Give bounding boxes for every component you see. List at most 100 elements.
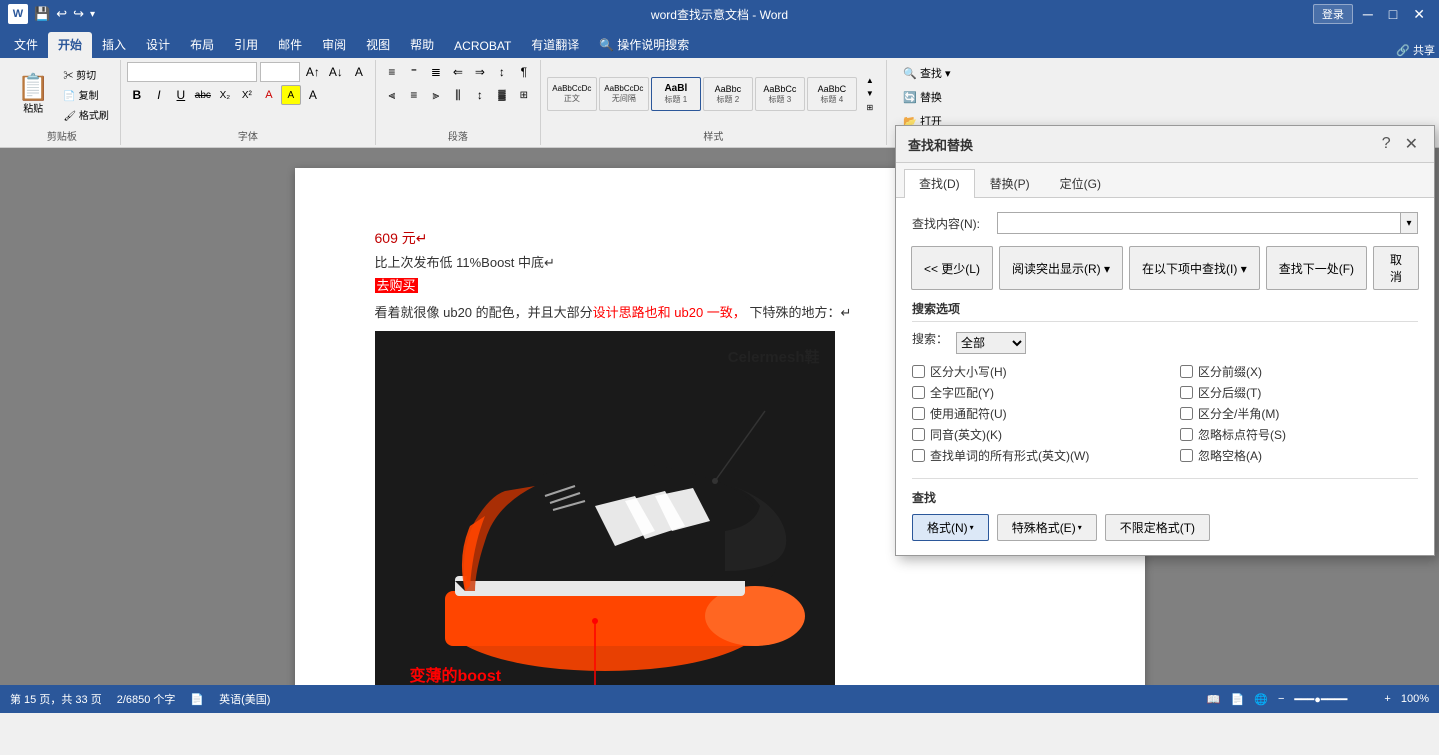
bold-button[interactable]: B [127, 85, 147, 105]
font-size-select[interactable] [260, 62, 300, 82]
view-mode-web[interactable]: 🌐 [1254, 693, 1268, 706]
dialog-close-button[interactable]: ✕ [1401, 134, 1422, 154]
decrease-indent-button[interactable]: ⇐ [448, 62, 468, 82]
styles-more[interactable]: ⊞ [860, 101, 880, 114]
style-normal-button[interactable]: AaBbCcDc正文 [547, 77, 597, 111]
tab-layout[interactable]: 布局 [180, 32, 224, 58]
strikethrough-button[interactable]: abc [193, 85, 213, 105]
search-input[interactable] [997, 212, 1400, 234]
style-h1-button[interactable]: AaBl标题 1 [651, 77, 701, 111]
justify-button[interactable]: ⫼ [448, 85, 468, 105]
allforms-checkbox[interactable] [912, 449, 925, 462]
minimize-button[interactable]: ─ [1357, 4, 1379, 24]
numbering-button[interactable]: ⁼ [404, 62, 424, 82]
copy-button[interactable]: 📄 复制 [58, 85, 113, 104]
style-no-spacing-button[interactable]: AaBbCcDc无间隔 [599, 77, 649, 111]
shading-button[interactable]: ▓ [492, 85, 512, 105]
show-marks-button[interactable]: ¶ [514, 62, 534, 82]
quick-access-undo[interactable]: ↩ [56, 6, 67, 22]
find-button[interactable]: 🔍 查找 ▾ [897, 62, 956, 84]
format-button[interactable]: 格式(N) ▾ [912, 514, 989, 541]
view-mode-print[interactable]: 📄 [1231, 693, 1245, 706]
find-next-button[interactable]: 查找下一处(F) [1266, 246, 1367, 290]
wildcard-checkbox[interactable] [912, 407, 925, 420]
action-buttons-row: << 更少(L) 阅读突出显示(R) ▾ 在以下项中查找(I) ▾ 查找下一处(… [912, 246, 1418, 290]
styles-scroll-up[interactable]: ▲ [860, 74, 880, 87]
zoom-in-button[interactable]: + [1384, 693, 1390, 705]
dialog-help-button[interactable]: ? [1378, 134, 1395, 154]
increase-indent-button[interactable]: ⇒ [470, 62, 490, 82]
dialog-tab-replace[interactable]: 替换(P) [975, 169, 1045, 197]
search-scope-select[interactable]: 全部 向上 向下 [956, 332, 1026, 354]
find-in-button[interactable]: 在以下项中查找(I) ▾ [1129, 246, 1260, 290]
paste-button[interactable]: 📋 粘贴 [10, 69, 56, 120]
line-spacing-button[interactable]: ↕ [470, 85, 490, 105]
font-size-decrease-button[interactable]: A↓ [326, 62, 346, 82]
zoom-out-button[interactable]: − [1278, 693, 1284, 705]
punct-checkbox[interactable] [1180, 428, 1193, 441]
subscript-button[interactable]: X₂ [215, 85, 235, 105]
font-color-button[interactable]: A [259, 85, 279, 105]
format-painter-button[interactable]: 🖌 格式刷 [58, 105, 113, 124]
view-mode-read[interactable]: 📖 [1207, 693, 1221, 706]
superscript-button[interactable]: X² [237, 85, 257, 105]
homophone-checkbox[interactable] [912, 428, 925, 441]
dialog-tab-find[interactable]: 查找(D) [904, 169, 975, 198]
space-checkbox[interactable] [1180, 449, 1193, 462]
style-h4-button[interactable]: AaBbC标题 4 [807, 77, 857, 111]
dialog-tab-goto[interactable]: 定位(G) [1045, 169, 1116, 197]
search-dropdown-button[interactable]: ▾ [1400, 212, 1418, 234]
tab-operations[interactable]: 🔍操作说明搜索 [589, 32, 699, 58]
align-left-button[interactable]: ⫷ [382, 85, 402, 105]
styles-scroll-down[interactable]: ▼ [860, 87, 880, 100]
special-format-button[interactable]: 特殊格式(E) ▾ [997, 514, 1097, 541]
clear-format-button[interactable]: A [349, 62, 369, 82]
style-h3-button[interactable]: AaBbCc标题 3 [755, 77, 805, 111]
text-effect-button[interactable]: A [303, 85, 323, 105]
quick-access-redo[interactable]: ↪ [73, 6, 84, 22]
close-button[interactable]: ✕ [1407, 4, 1431, 25]
underline-button[interactable]: U [171, 85, 191, 105]
reading-highlight-button[interactable]: 阅读突出显示(R) ▾ [999, 246, 1123, 290]
tab-youdao[interactable]: 有道翻译 [521, 32, 589, 58]
tab-view[interactable]: 视图 [356, 32, 400, 58]
multilevel-button[interactable]: ≣ [426, 62, 446, 82]
less-button[interactable]: << 更少(L) [911, 246, 993, 290]
border-button[interactable]: ⊞ [514, 85, 534, 105]
tab-insert[interactable]: 插入 [92, 32, 136, 58]
align-right-button[interactable]: ⫸ [426, 85, 446, 105]
fullwidth-checkbox[interactable] [1180, 407, 1193, 420]
align-center-button[interactable]: ≡ [404, 85, 424, 105]
font-size-increase-button[interactable]: A↑ [303, 62, 323, 82]
login-button[interactable]: 登录 [1313, 4, 1353, 24]
purchase-link[interactable]: 去购买 [375, 278, 418, 293]
tab-references[interactable]: 引用 [224, 32, 268, 58]
quick-access-save[interactable]: 💾 [34, 6, 50, 22]
font-family-select[interactable] [127, 62, 257, 82]
cancel-button[interactable]: 取消 [1373, 246, 1419, 290]
tab-mailing[interactable]: 邮件 [268, 32, 312, 58]
prefix-checkbox[interactable] [1180, 365, 1193, 378]
tab-acrobat[interactable]: ACROBAT [444, 35, 521, 58]
highlight-button[interactable]: A [281, 85, 301, 105]
quick-access-customize[interactable]: ▾ [90, 9, 95, 20]
cut-button[interactable]: ✂ 剪切 [58, 65, 113, 84]
style-h2-button[interactable]: AaBbc标题 2 [703, 77, 753, 111]
tab-design[interactable]: 设计 [136, 32, 180, 58]
tab-help[interactable]: 帮助 [400, 32, 444, 58]
dialog-title-bar: 查找和替换 ? ✕ [896, 126, 1434, 163]
replace-button[interactable]: 🔄 替换 [897, 86, 948, 108]
tab-review[interactable]: 审阅 [312, 32, 356, 58]
whole-checkbox[interactable] [912, 386, 925, 399]
restore-button[interactable]: □ [1383, 4, 1403, 24]
zoom-slider[interactable]: ━━━●━━━━ [1294, 693, 1374, 706]
tab-home[interactable]: 开始 [48, 32, 92, 58]
suffix-checkbox[interactable] [1180, 386, 1193, 399]
tab-file[interactable]: 文件 [4, 32, 48, 58]
share-button[interactable]: 🔗 共享 [1396, 42, 1435, 58]
case-checkbox[interactable] [912, 365, 925, 378]
italic-button[interactable]: I [149, 85, 169, 105]
no-format-button[interactable]: 不限定格式(T) [1105, 514, 1210, 541]
sort-button[interactable]: ↕ [492, 62, 512, 82]
bullets-button[interactable]: ≡ [382, 62, 402, 82]
